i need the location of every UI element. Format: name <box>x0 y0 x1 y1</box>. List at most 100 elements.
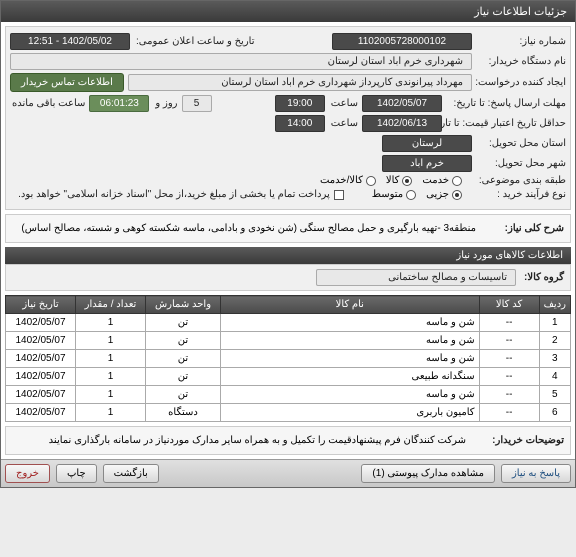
back-button[interactable]: بازگشت <box>103 464 159 483</box>
valid-label: حداقل تاریخ اعتبار قیمت: تا تاریخ: <box>446 118 566 129</box>
cell-qty: 1 <box>76 386 146 404</box>
cell-name: کامیون باربری <box>221 404 480 422</box>
buyer-notes-value: شرکت کنندگان فرم پیشنهادقیمت را تکمیل و … <box>49 433 466 448</box>
th-unit[interactable]: واحد شمارش <box>146 296 221 314</box>
table-row[interactable]: 2--شن و ماسهتن11402/05/07 <box>6 332 571 350</box>
cell-name: شن و ماسه <box>221 332 480 350</box>
req-no-value: 1102005728000102 <box>332 33 472 50</box>
th-row[interactable]: ردیف <box>539 296 570 314</box>
form-panel: شماره نیاز: 1102005728000102 تاریخ و ساع… <box>5 26 571 210</box>
radio-service[interactable]: خدمت <box>422 175 462 186</box>
cell-date: 1402/05/07 <box>6 350 76 368</box>
cell-row: 3 <box>539 350 570 368</box>
cell-date: 1402/05/07 <box>6 314 76 332</box>
cell-date: 1402/05/07 <box>6 386 76 404</box>
radio-icon <box>402 176 412 186</box>
summary-label: شرح کلی نیاز: <box>484 221 564 236</box>
cell-code: -- <box>479 332 539 350</box>
cell-row: 2 <box>539 332 570 350</box>
radio-goods[interactable]: کالا <box>386 175 413 186</box>
goods-table: ردیف کد کالا نام کالا واحد شمارش تعداد /… <box>5 295 571 422</box>
group-row: گروه کالا: تاسیسات و مصالح ساختمانی <box>5 264 571 291</box>
treasury-checkbox[interactable] <box>334 190 344 200</box>
valid-time-label: ساعت <box>329 118 358 129</box>
group-value: تاسیسات و مصالح ساختمانی <box>316 269 516 286</box>
table-row[interactable]: 1--شن و ماسهتن11402/05/07 <box>6 314 571 332</box>
cell-row: 5 <box>539 386 570 404</box>
announce-label: تاریخ و ساعت اعلان عمومی: <box>134 36 255 47</box>
radio-both[interactable]: کالا/خدمت <box>320 175 376 186</box>
radio-icon <box>366 176 376 186</box>
radio-goods-label: کالا <box>386 175 400 186</box>
table-row[interactable]: 5--شن و ماسهتن11402/05/07 <box>6 386 571 404</box>
cell-row: 1 <box>539 314 570 332</box>
content-area: شماره نیاز: 1102005728000102 تاریخ و ساع… <box>1 26 575 455</box>
cell-name: سنگدانه طبیعی <box>221 368 480 386</box>
cell-code: -- <box>479 368 539 386</box>
category-label: طبقه بندی موضوعی: <box>466 175 566 186</box>
radio-icon <box>452 176 462 186</box>
radio-both-label: کالا/خدمت <box>320 175 363 186</box>
deadline-time-label: ساعت <box>329 98 358 109</box>
payment-note: پرداخت تمام یا بخشی از مبلغ خرید،از محل … <box>16 189 330 200</box>
th-name[interactable]: نام کالا <box>221 296 480 314</box>
cell-qty: 1 <box>76 314 146 332</box>
table-row[interactable]: 6--کامیون باربریدستگاه11402/05/07 <box>6 404 571 422</box>
cell-unit: تن <box>146 314 221 332</box>
table-row[interactable]: 4--سنگدانه طبیعیتن11402/05/07 <box>6 368 571 386</box>
days-value: 5 <box>182 95 212 112</box>
days-label: روز و <box>153 98 177 109</box>
req-no-label: شماره نیاز: <box>476 36 566 47</box>
cell-code: -- <box>479 314 539 332</box>
cell-qty: 1 <box>76 368 146 386</box>
category-radio-group: خدمت کالا کالا/خدمت <box>320 175 462 186</box>
radio-icon <box>452 190 462 200</box>
th-date[interactable]: تاریخ نیاز <box>6 296 76 314</box>
buyer-notes-label: توضیحات خریدار: <box>474 433 564 448</box>
deadline-date: 1402/05/07 <box>362 95 442 112</box>
contact-button[interactable]: اطلاعات تماس خریدار <box>10 73 124 92</box>
city-value: خرم اباد <box>382 155 472 172</box>
valid-date: 1402/06/13 <box>362 115 442 132</box>
cell-unit: دستگاه <box>146 404 221 422</box>
radio-medium-label: متوسط <box>372 189 403 200</box>
table-row[interactable]: 3--شن و ماسهتن11402/05/07 <box>6 350 571 368</box>
province-value: لرستان <box>382 135 472 152</box>
remain-label: ساعت باقی مانده <box>10 98 85 109</box>
radio-service-label: خدمت <box>422 175 449 186</box>
buyer-value: شهرداری خرم اباد استان لرستان <box>10 53 472 70</box>
creator-value: مهرداد پیرانوندی کارپرداز شهرداری خرم اب… <box>128 74 472 91</box>
radio-partial[interactable]: جزیی <box>426 189 462 200</box>
deadline-time: 19:00 <box>275 95 325 112</box>
radio-medium[interactable]: متوسط <box>372 189 416 200</box>
cell-unit: تن <box>146 350 221 368</box>
summary-value: منطقه3 -تهیه بارگیری و حمل مصالح سنگی (ش… <box>21 221 476 236</box>
cell-code: -- <box>479 386 539 404</box>
cell-row: 6 <box>539 404 570 422</box>
attachments-button[interactable]: مشاهده مدارک پیوستی (1) <box>361 464 495 483</box>
window-title: جزئیات اطلاعات نیاز <box>1 1 575 22</box>
th-qty[interactable]: تعداد / مقدار <box>76 296 146 314</box>
announce-value: 1402/05/02 - 12:51 <box>10 33 130 50</box>
window: جزئیات اطلاعات نیاز شماره نیاز: 11020057… <box>0 0 576 488</box>
cell-code: -- <box>479 404 539 422</box>
countdown-value: 06:01:23 <box>89 95 149 112</box>
deadline-label: مهلت ارسال پاسخ: تا تاریخ: <box>446 98 566 109</box>
purchase-type-label: نوع فرآیند خرید : <box>466 189 566 200</box>
valid-time: 14:00 <box>275 115 325 132</box>
cell-qty: 1 <box>76 332 146 350</box>
table-header-row: ردیف کد کالا نام کالا واحد شمارش تعداد /… <box>6 296 571 314</box>
buyer-notes-box: توضیحات خریدار: شرکت کنندگان فرم پیشنهاد… <box>5 426 571 455</box>
footer-bar: پاسخ به نیاز مشاهده مدارک پیوستی (1) باز… <box>1 459 575 487</box>
cell-date: 1402/05/07 <box>6 404 76 422</box>
th-code[interactable]: کد کالا <box>479 296 539 314</box>
city-label: شهر محل تحویل: <box>476 158 566 169</box>
cell-name: شن و ماسه <box>221 314 480 332</box>
cell-unit: تن <box>146 368 221 386</box>
reply-button[interactable]: پاسخ به نیاز <box>501 464 571 483</box>
cell-name: شن و ماسه <box>221 350 480 368</box>
exit-button[interactable]: خروج <box>5 464 50 483</box>
buyer-label: نام دستگاه خریدار: <box>476 56 566 67</box>
summary-box: شرح کلی نیاز: منطقه3 -تهیه بارگیری و حمل… <box>5 214 571 243</box>
print-button[interactable]: چاپ <box>56 464 97 483</box>
